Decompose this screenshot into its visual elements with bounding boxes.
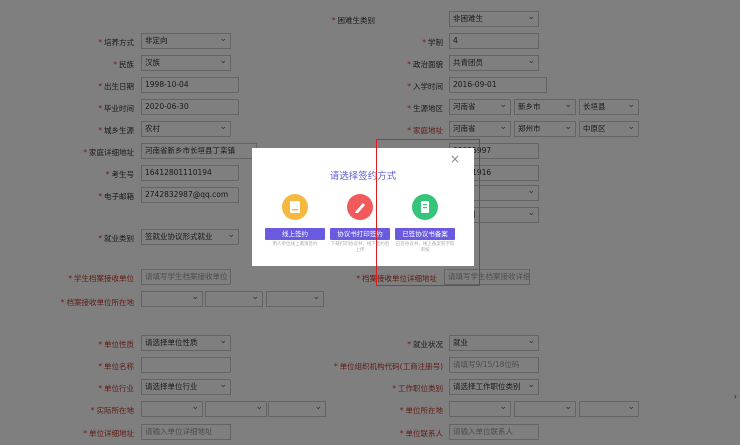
online-sign-icon[interactable]: [282, 194, 308, 220]
print-sign-icon[interactable]: [347, 194, 373, 220]
online-sign-button[interactable]: 线上签约: [265, 228, 325, 240]
highlight-annotation-box: [376, 139, 480, 286]
online-sign-desc: 用人单位线上邀请签约: [272, 242, 318, 247]
